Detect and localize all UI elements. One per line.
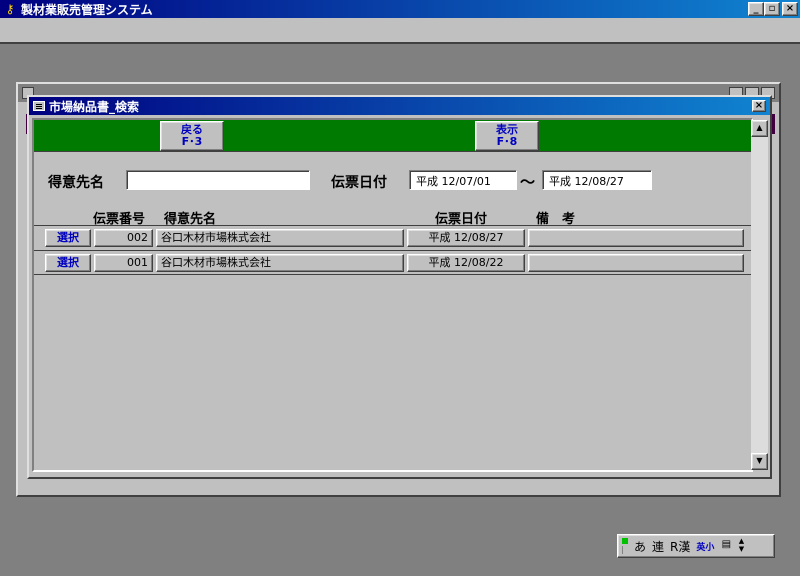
- dialog-close-button[interactable]: ×: [752, 100, 766, 112]
- ime-romaji-kanji[interactable]: R漢: [668, 538, 692, 555]
- date-from-input[interactable]: 平成 12/07/01: [409, 170, 517, 190]
- form-icon: [33, 101, 45, 111]
- customer-label: 得意先名: [48, 175, 104, 191]
- table-row: 選択 001 谷口木材市場株式会社 平成 12/08/22: [34, 250, 751, 275]
- menu-area: [0, 18, 800, 44]
- back-button[interactable]: 戻る F･3: [160, 121, 224, 151]
- close-button[interactable]: ×: [782, 2, 798, 16]
- dialog-titlebar: 市場納品書_検索: [29, 97, 770, 115]
- remarks: [528, 229, 744, 247]
- remarks: [528, 254, 744, 272]
- date-label: 伝票日付: [331, 175, 387, 191]
- app-key-icon: ⚷: [5, 2, 15, 16]
- select-button[interactable]: 選択: [45, 229, 91, 247]
- ime-conversion-mode[interactable]: 連: [650, 538, 666, 555]
- customer-input[interactable]: [126, 170, 310, 190]
- dialog-content: 戻る F･3 表示 F･8 得意先名 伝票日付 平成 12/07/01 ～ 平成…: [32, 118, 768, 472]
- customer-name: 谷口木材市場株式会社: [156, 254, 404, 272]
- table-row: 選択 002 谷口木材市場株式会社 平成 12/08/27: [34, 225, 751, 250]
- ime-scroll-icon[interactable]: ▲ ▼: [736, 537, 746, 555]
- slip-date: 平成 12/08/22: [407, 254, 525, 272]
- show-button-key: F･8: [496, 135, 518, 148]
- back-button-key: F･3: [181, 135, 203, 148]
- slip-date: 平成 12/08/27: [407, 229, 525, 247]
- ime-alpha-mode[interactable]: 英小: [694, 540, 716, 553]
- scroll-up-arrow-icon[interactable]: ▲: [751, 120, 768, 137]
- ime-down-arrow-icon[interactable]: ▼: [736, 545, 746, 553]
- minimize-button[interactable]: _: [748, 2, 764, 16]
- search-dialog: 市場納品書_検索 × 戻る F･3 表示 F･8 得意先名 伝票日付 平成 12…: [27, 95, 772, 479]
- range-separator: ～: [520, 173, 536, 191]
- ime-pad-icon[interactable]: ▤: [718, 538, 734, 554]
- app-titlebar: ⚷ 製材業販売管理システム _ ▫ ×: [0, 0, 800, 18]
- ime-up-arrow-icon[interactable]: ▲: [736, 537, 746, 545]
- scroll-down-arrow-icon[interactable]: ▼: [751, 453, 768, 470]
- toolbar: 戻る F･3 表示 F･8: [34, 120, 751, 152]
- show-button[interactable]: 表示 F･8: [475, 121, 539, 151]
- select-button[interactable]: 選択: [45, 254, 91, 272]
- slip-number: 002: [94, 229, 153, 247]
- vertical-scrollbar[interactable]: ▲ ▼: [751, 120, 768, 470]
- slip-number: 001: [94, 254, 153, 272]
- date-to-input[interactable]: 平成 12/08/27: [542, 170, 652, 190]
- ime-grip-icon[interactable]: [620, 537, 630, 555]
- maximize-button[interactable]: ▫: [764, 2, 780, 16]
- customer-name: 谷口木材市場株式会社: [156, 229, 404, 247]
- ime-input-mode[interactable]: あ: [632, 538, 648, 555]
- app-title: 製材業販売管理システム: [21, 2, 153, 17]
- results-list: 選択 002 谷口木材市場株式会社 平成 12/08/27 選択 001 谷口木…: [34, 225, 751, 275]
- ime-toolbar: あ 連 R漢 英小 ▤ ▲ ▼: [617, 534, 775, 558]
- dialog-title: 市場納品書_検索: [49, 99, 140, 114]
